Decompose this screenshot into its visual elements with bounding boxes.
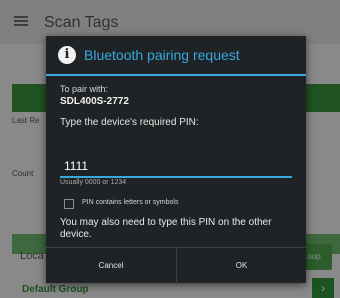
device-name: SDL400S-2772	[60, 96, 129, 107]
info-icon: i	[58, 46, 76, 64]
bluetooth-pairing-dialog: i Bluetooth pairing request To pair with…	[46, 36, 306, 284]
pair-with-label: To pair with:	[60, 84, 109, 94]
pairing-note: You may also need to type this PIN on th…	[60, 217, 272, 240]
pin-hint: Usually 0000 or 1234	[60, 179, 127, 186]
pin-value: 1111	[64, 159, 89, 173]
checkbox[interactable]	[64, 199, 74, 209]
dialog-title: Bluetooth pairing request	[84, 47, 240, 63]
cancel-button[interactable]: Cancel	[46, 248, 176, 284]
dialog-header: i Bluetooth pairing request	[46, 36, 306, 76]
ok-button[interactable]: OK	[176, 248, 306, 284]
checkbox-label: PIN contains letters or symbols	[82, 199, 179, 206]
type-pin-label: Type the device's required PIN:	[60, 117, 199, 128]
pin-input[interactable]: 1111	[60, 154, 292, 178]
dialog-actions: Cancel OK	[46, 247, 306, 284]
dialog-body: To pair with: SDL400S-2772 Type the devi…	[60, 84, 296, 240]
